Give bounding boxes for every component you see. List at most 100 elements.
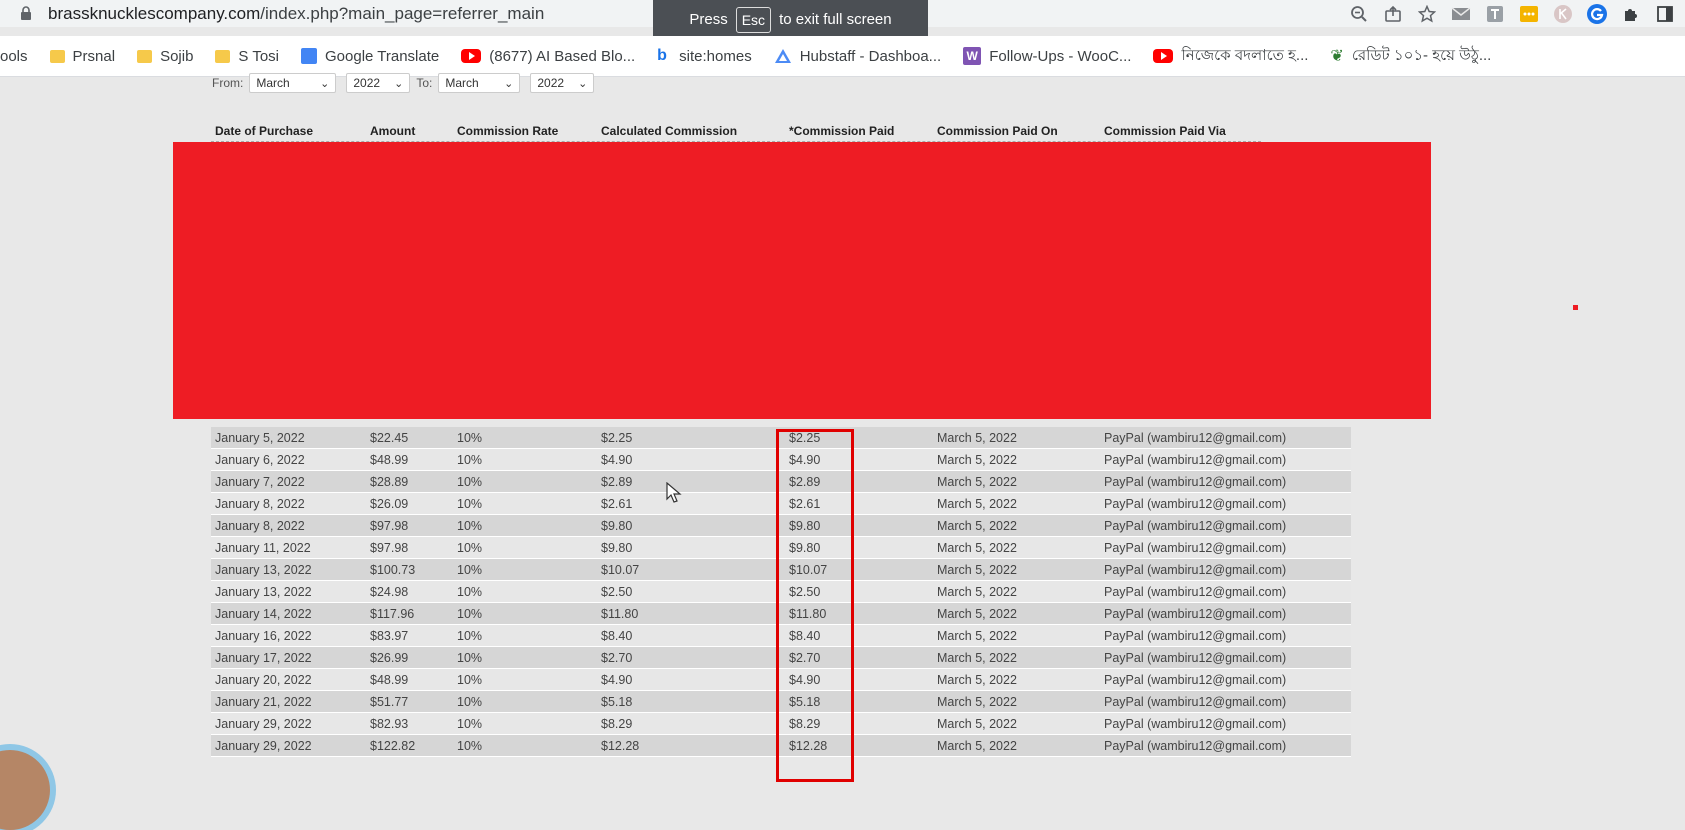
extensions-puzzle-icon[interactable] — [1619, 2, 1643, 26]
folder-icon — [137, 49, 153, 63]
bing-icon: b — [657, 47, 667, 64]
date-filter: From: March ⌄ 2022 ⌄ To: March ⌄ 2022 ⌄ — [212, 73, 595, 93]
chevron-down-icon: ⌄ — [578, 77, 588, 90]
from-year-select[interactable]: 2022 ⌄ — [346, 73, 411, 93]
cell-rate: 10% — [457, 651, 483, 665]
url-text[interactable]: brassknucklescompany.com/index.php?main_… — [48, 4, 544, 24]
cell-date: January 21, 2022 — [215, 695, 312, 709]
cell-amount: $117.96 — [370, 607, 415, 621]
cell-paid-on: March 5, 2022 — [937, 629, 1017, 643]
notes-extension-icon[interactable] — [1517, 2, 1541, 26]
cell-paid-on: March 5, 2022 — [937, 673, 1017, 687]
header-date-of-purchase: Date of Purchase — [215, 124, 314, 138]
cell-paid-on: March 5, 2022 — [937, 739, 1017, 753]
grammarly-icon[interactable] — [1585, 2, 1609, 26]
cell-paid-via: PayPal (wambiru12@gmail.com) — [1104, 585, 1287, 599]
bookmark-sojib[interactable]: Sojib — [137, 48, 193, 65]
bookmark-label: Google Translate — [325, 47, 440, 65]
cell-amount: $48.99 — [370, 453, 409, 467]
cell-amount: $83.97 — [370, 629, 409, 643]
cell-paid-via: PayPal (wambiru12@gmail.com) — [1104, 519, 1287, 533]
cell-rate: 10% — [457, 541, 483, 555]
cell-calculated: $2.25 — [601, 431, 633, 445]
cell-calculated: $2.50 — [601, 585, 633, 599]
mail-icon[interactable] — [1449, 2, 1473, 26]
youtube-icon — [1153, 49, 1174, 63]
toast-press-text: Press — [689, 11, 728, 28]
cell-amount: $122.82 — [370, 739, 416, 753]
cell-calculated: $9.80 — [601, 541, 633, 555]
commission-paid-highlight — [776, 429, 854, 782]
green-leaf-icon: ❦ — [1330, 48, 1344, 65]
cell-date: January 6, 2022 — [215, 453, 305, 467]
cell-paid-via: PayPal (wambiru12@gmail.com) — [1104, 475, 1287, 489]
profile-k-icon[interactable] — [1551, 2, 1575, 26]
cell-paid-on: March 5, 2022 — [937, 497, 1017, 511]
cell-amount: $26.99 — [370, 651, 409, 665]
cell-paid-on: March 5, 2022 — [937, 585, 1017, 599]
bookmark-youtube-bangla[interactable]: নিজেকে বদলাতে হ... — [1153, 44, 1308, 69]
bookmark-hubstaff[interactable]: Hubstaff - Dashboa... — [774, 48, 941, 65]
cell-date: January 8, 2022 — [215, 497, 305, 511]
to-month-select[interactable]: March ⌄ — [438, 73, 521, 93]
cell-date: January 7, 2022 — [215, 475, 305, 489]
bookmark-woocommerce[interactable]: W Follow-Ups - WooC... — [963, 47, 1131, 65]
cell-paid-via: PayPal (wambiru12@gmail.com) — [1104, 695, 1287, 709]
redaction-block — [173, 142, 1431, 419]
bookmark-label: Sojib — [160, 47, 194, 65]
bookmark-reddit-bangla[interactable]: ❦ রেডিট ১০১- হয়ে উঠু... — [1330, 44, 1491, 69]
zoom-out-icon[interactable] — [1347, 2, 1371, 26]
cell-calculated: $4.90 — [601, 453, 633, 467]
bookmark-label: Follow-Ups - WooC... — [989, 47, 1132, 65]
bookmark-star-icon[interactable] — [1415, 2, 1439, 26]
header-calculated-commission: Calculated Commission — [601, 124, 738, 138]
side-panel-icon[interactable] — [1653, 2, 1677, 26]
cell-date: January 8, 2022 — [215, 519, 305, 533]
header-commission-paid: *Commission Paid — [789, 124, 895, 138]
cell-calculated: $2.61 — [601, 497, 633, 511]
header-commission-paid-via: Commission Paid Via — [1104, 124, 1226, 138]
lock-icon[interactable] — [20, 6, 32, 20]
cell-date: January 20, 2022 — [215, 673, 312, 687]
cell-calculated: $5.18 — [601, 695, 633, 709]
bookmark-label: ools — [0, 47, 28, 65]
cell-calculated: $11.80 — [601, 607, 639, 621]
header-commission-rate: Commission Rate — [457, 124, 559, 138]
chevron-down-icon: ⌄ — [504, 77, 514, 90]
from-label: From: — [212, 76, 244, 90]
text-extension-icon[interactable] — [1483, 2, 1507, 26]
cell-paid-via: PayPal (wambiru12@gmail.com) — [1104, 717, 1287, 731]
bookmark-label: site:homes — [679, 47, 752, 65]
cell-rate: 10% — [457, 563, 483, 577]
to-year-select[interactable]: 2022 ⌄ — [530, 73, 595, 93]
to-year-value: 2022 — [537, 76, 565, 90]
folder-icon — [49, 49, 65, 63]
cell-paid-on: March 5, 2022 — [937, 541, 1017, 555]
header-amount: Amount — [370, 124, 416, 138]
cell-paid-on: March 5, 2022 — [937, 453, 1017, 467]
from-month-value: March — [256, 76, 290, 90]
bookmark-google-translate[interactable]: Google Translate — [301, 48, 439, 65]
cell-paid-via: PayPal (wambiru12@gmail.com) — [1104, 673, 1287, 687]
cell-paid-on: March 5, 2022 — [937, 563, 1017, 577]
from-month-select[interactable]: March ⌄ — [249, 73, 337, 93]
cell-date: January 11, 2022 — [215, 541, 311, 555]
bookmark-prsnal[interactable]: Prsnal — [49, 48, 115, 65]
toolbar-icons — [1347, 0, 1685, 27]
share-icon[interactable] — [1381, 2, 1405, 26]
to-label: To: — [416, 76, 433, 90]
bookmark-tools[interactable]: ools — [0, 48, 28, 65]
cell-amount: $28.89 — [370, 475, 409, 489]
bookmark-label: S Tosi — [238, 47, 279, 65]
cell-amount: $24.98 — [370, 585, 409, 599]
header-commission-paid-on: Commission Paid On — [937, 124, 1058, 138]
toast-suffix-text: to exit full screen — [779, 11, 892, 28]
woo-icon: W — [963, 47, 982, 65]
cell-date: January 29, 2022 — [215, 717, 312, 731]
bookmark-youtube-ai[interactable]: (8677) AI Based Blo... — [461, 48, 635, 65]
cell-paid-via: PayPal (wambiru12@gmail.com) — [1104, 541, 1287, 555]
bookmark-s-tosi[interactable]: S Tosi — [215, 48, 279, 65]
bookmark-bing-site-homes[interactable]: b site:homes — [657, 47, 752, 65]
cell-calculated: $9.80 — [601, 519, 633, 533]
cell-amount: $48.99 — [370, 673, 409, 687]
